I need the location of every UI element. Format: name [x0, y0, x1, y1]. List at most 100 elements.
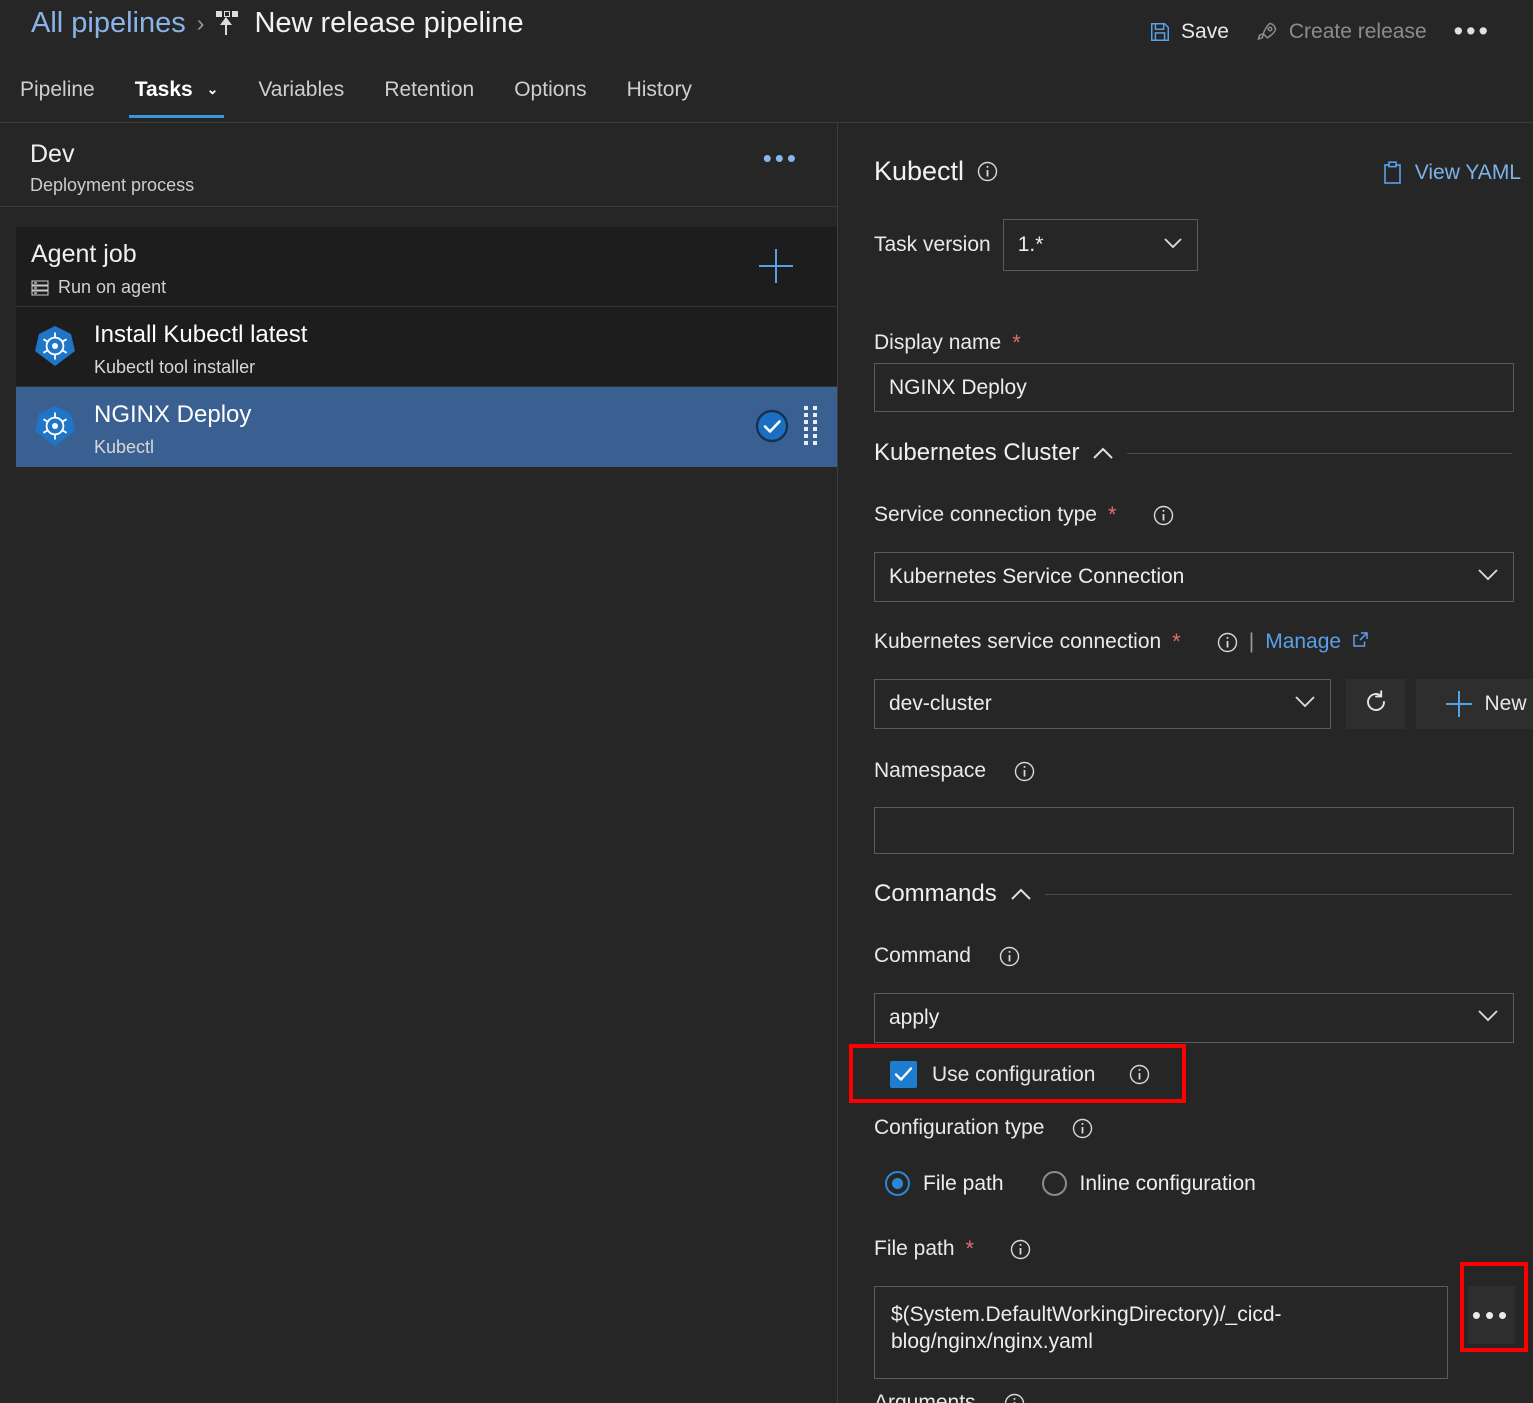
file-path-label: File path — [874, 1237, 955, 1260]
task-description: Kubectl — [94, 437, 155, 457]
command-value[interactable] — [874, 993, 1514, 1043]
breadcrumb-all-pipelines[interactable]: All pipelines — [31, 7, 186, 40]
external-link-icon — [1352, 630, 1369, 654]
section-divider — [1044, 893, 1512, 895]
view-yaml-button[interactable]: View YAML — [1382, 161, 1521, 185]
plus-icon — [1446, 691, 1473, 717]
stage-header-divider — [0, 206, 837, 207]
info-icon[interactable] — [1014, 761, 1035, 782]
task-row-nginx-deploy[interactable]: NGINX Deploy Kubectl — [16, 387, 837, 467]
radio-inline-configuration[interactable]: Inline configuration — [1041, 1171, 1256, 1196]
arguments-label-row: Arguments — [874, 1391, 1025, 1403]
display-name-field[interactable] — [874, 363, 1514, 412]
azure-devops-release-pipeline-editor: All pipelines › New release pipeline Sav… — [0, 0, 1533, 1403]
field-separator: | — [1248, 630, 1255, 653]
task-version-value[interactable] — [1002, 219, 1198, 271]
view-yaml-label: View YAML — [1414, 161, 1521, 184]
section-kubernetes-cluster-header[interactable]: Kubernetes Cluster — [874, 439, 1512, 467]
tab-retention-label: Retention — [384, 78, 475, 101]
manage-link[interactable]: Manage — [1265, 630, 1341, 654]
use-configuration-checkbox[interactable] — [890, 1061, 917, 1088]
refresh-icon — [1362, 688, 1390, 721]
service-connection-type-value[interactable] — [874, 552, 1514, 602]
task-version-select[interactable] — [1002, 219, 1198, 271]
kubernetes-service-connection-label-row: Kubernetes service connection * | Manage — [874, 630, 1369, 654]
task-description: Kubectl tool installer — [94, 357, 256, 377]
create-release-label: Create release — [1288, 19, 1427, 43]
stage-title: Dev — [30, 140, 75, 168]
stage-header: Dev Deployment process ••• — [0, 123, 837, 207]
agent-server-icon — [31, 280, 49, 296]
radio-file-path[interactable]: File path — [885, 1171, 1004, 1196]
stage-more-menu-button[interactable]: ••• — [763, 143, 799, 174]
section-kubernetes-cluster-title: Kubernetes Cluster — [874, 439, 1080, 466]
agent-job-subtitle-label: Run on agent — [58, 277, 167, 297]
namespace-label: Namespace — [874, 759, 987, 782]
clipboard-icon — [1382, 161, 1404, 185]
floppy-disk-icon — [1149, 21, 1171, 43]
breadcrumb: All pipelines › New release pipeline — [31, 7, 524, 40]
tab-history[interactable]: History — [607, 70, 712, 118]
namespace-field[interactable] — [874, 807, 1514, 854]
command-label-row: Command — [874, 944, 1020, 968]
task-row-install-kubectl-latest[interactable]: Install Kubectl latest Kubectl tool inst… — [16, 307, 837, 387]
kubernetes-service-connection-value[interactable] — [874, 679, 1331, 729]
configuration-type-radio-group: File path Inline configuration — [885, 1171, 1256, 1196]
chevron-up-icon — [1010, 880, 1032, 908]
tab-history-label: History — [626, 78, 692, 101]
info-icon[interactable] — [1004, 1393, 1025, 1403]
task-version-row: Task version — [874, 219, 1198, 271]
task-name: Install Kubectl latest — [94, 321, 308, 348]
info-icon[interactable] — [1153, 505, 1174, 526]
info-icon[interactable] — [999, 946, 1020, 967]
radio-inline-configuration-label: Inline configuration — [1079, 1171, 1256, 1195]
file-path-label-row: File path * — [874, 1237, 1031, 1261]
info-icon[interactable] — [1010, 1239, 1031, 1260]
task-name: NGINX Deploy — [94, 401, 252, 428]
required-asterisk: * — [1012, 330, 1021, 355]
kubernetes-icon — [33, 404, 77, 448]
task-detail-title-label: Kubectl — [874, 156, 965, 186]
tab-options[interactable]: Options — [494, 70, 606, 118]
configuration-type-label-row: Configuration type — [874, 1116, 1093, 1140]
file-path-browse-button[interactable]: ••• — [1468, 1286, 1515, 1344]
chevron-down-icon: ⌄ — [206, 81, 219, 97]
service-connection-type-select[interactable] — [874, 552, 1514, 602]
info-icon[interactable] — [1129, 1064, 1150, 1085]
save-button[interactable]: Save — [1136, 14, 1242, 50]
service-connection-type-label: Service connection type — [874, 503, 1097, 526]
agent-job-header[interactable]: Agent job Run on agent — [16, 227, 837, 307]
new-service-connection-button[interactable]: New — [1416, 679, 1533, 729]
file-path-input[interactable]: $(System.DefaultWorkingDirectory)/_cicd-… — [874, 1286, 1448, 1379]
required-asterisk: * — [1107, 502, 1117, 527]
tasks-list-pane: Dev Deployment process ••• Agent job Run… — [0, 123, 837, 1403]
tab-pipeline-label: Pipeline — [20, 78, 95, 101]
info-icon[interactable] — [1217, 632, 1238, 653]
tab-tasks[interactable]: Tasks ⌄ — [115, 70, 239, 118]
more-actions-button[interactable]: ••• — [1440, 10, 1505, 53]
info-icon[interactable] — [977, 161, 998, 182]
section-commands-header[interactable]: Commands — [874, 880, 1512, 908]
kubernetes-icon — [33, 324, 77, 368]
use-configuration-row[interactable]: Use configuration — [890, 1061, 1150, 1088]
info-icon[interactable] — [1072, 1118, 1093, 1139]
command-select[interactable] — [874, 993, 1514, 1043]
add-task-button[interactable] — [759, 249, 793, 283]
display-name-input[interactable] — [874, 363, 1514, 412]
namespace-input[interactable] — [874, 807, 1514, 854]
task-version-label: Task version — [874, 233, 991, 256]
tab-variables[interactable]: Variables — [238, 70, 364, 118]
drag-handle-icon[interactable] — [804, 406, 817, 446]
refresh-service-connections-button[interactable] — [1346, 679, 1405, 729]
display-name-label: Display name — [874, 331, 1002, 354]
radio-file-path-label: File path — [923, 1171, 1004, 1195]
create-release-button[interactable]: Create release — [1242, 14, 1440, 50]
configuration-type-label: Configuration type — [874, 1116, 1045, 1139]
check-circle-icon — [755, 409, 789, 443]
kubernetes-service-connection-select[interactable] — [874, 679, 1331, 729]
tab-retention[interactable]: Retention — [364, 70, 494, 118]
tab-pipeline[interactable]: Pipeline — [0, 70, 115, 118]
stage-subtitle: Deployment process — [30, 175, 195, 195]
page-title: New release pipeline — [254, 7, 524, 39]
new-service-connection-label: New — [1484, 692, 1527, 715]
